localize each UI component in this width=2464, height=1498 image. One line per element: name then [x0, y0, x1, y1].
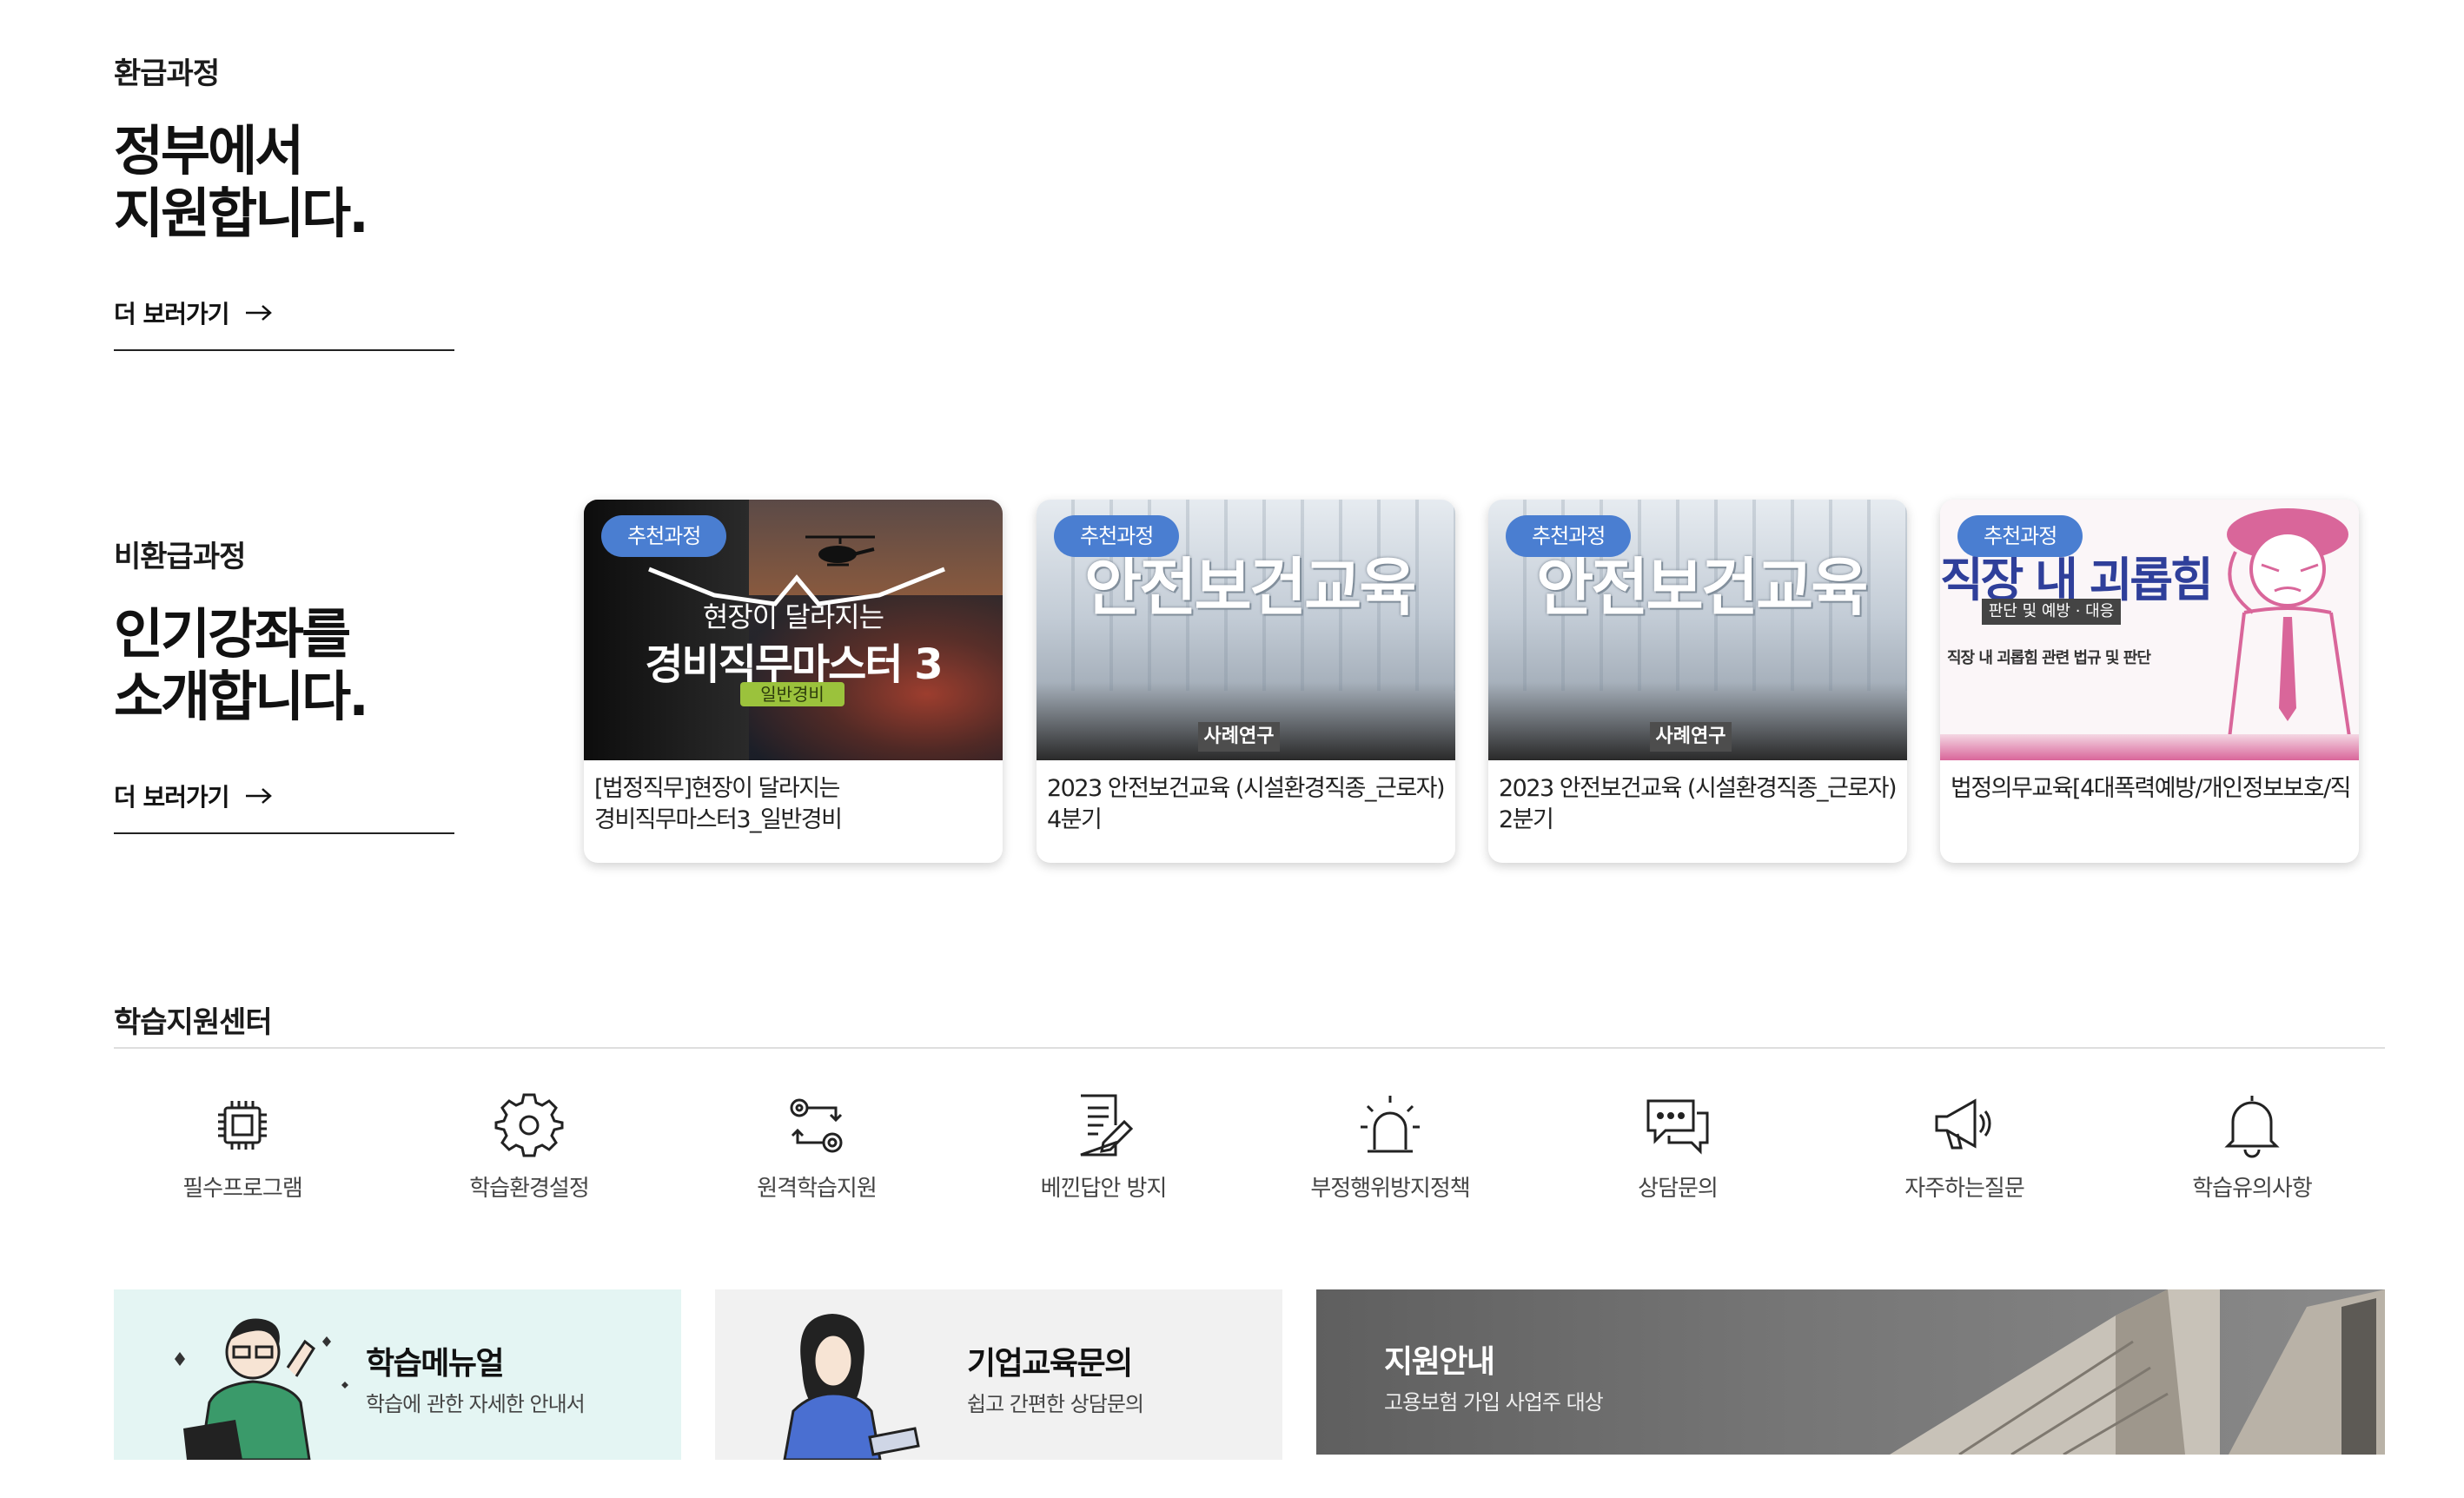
course-title-3: 2023 안전보건교육 (시설환경직종_근로자) 2분기	[1499, 775, 1898, 833]
nonrefund-more-link[interactable]: 더 보러가기	[114, 779, 454, 834]
chat-icon	[1646, 1099, 1709, 1155]
document-pen-icon	[1080, 1094, 1134, 1157]
banner-manual-subtitle: 학습에 관한 자세한 안내서	[366, 1392, 586, 1416]
arrow-right-icon	[245, 788, 272, 804]
support-item-label: 자주하는질문	[1904, 1176, 2025, 1202]
course-title-1: [법정직무]현장이 달라지는 경비직무마스터3_일반경비	[594, 775, 843, 833]
recommend-badge: 추천과정	[1957, 515, 2083, 557]
support-item-copy-prevention[interactable]: 베낀답안 방지	[1017, 1090, 1190, 1203]
refund-headline-line2: 지원합니다.	[114, 182, 369, 245]
support-item-label: 베낀답안 방지	[1040, 1176, 1168, 1202]
banner-manual-title: 학습메뉴얼	[366, 1346, 505, 1382]
banner-support-subtitle: 고용보험 가입 사업주 대상	[1384, 1390, 1604, 1415]
nonrefund-headline-line2: 소개합니다.	[114, 665, 369, 728]
course-title-2: 2023 안전보건교육 (시설환경직종_근로자) 4분기	[1047, 775, 1446, 833]
support-item-required-program[interactable]: 필수프로그램	[156, 1090, 329, 1203]
remote-icon	[790, 1098, 843, 1153]
recommend-badge: 추천과정	[601, 515, 727, 557]
refund-headline-line1: 정부에서	[114, 119, 304, 182]
banner-corporate-subtitle: 쉽고 간편한 상담문의	[967, 1392, 1144, 1416]
support-divider	[114, 1047, 2385, 1049]
support-center-title: 학습지원센터	[114, 1005, 273, 1040]
alarm-icon	[1361, 1096, 1420, 1153]
course-card-1[interactable]: 현장이 달라지는 경비직무마스터 3 일반경비 추천과정 [법정직무]현장이 달…	[584, 500, 1003, 863]
megaphone-icon	[1935, 1098, 1991, 1150]
nonrefund-eyebrow: 비환급과정	[114, 540, 246, 574]
refund-more-underline	[114, 349, 454, 351]
course-card-4[interactable]: 직장 내 괴롭힘 판단 및 예방 · 대응 직장 내 괴롭힘 관련 법규 및 판…	[1940, 500, 2359, 863]
nonrefund-headline: 인기강좌를 소개합니다.	[114, 602, 369, 728]
reading-man-illustration	[175, 1318, 348, 1460]
thumb-line2: 직장 내 괴롭힘 관련 법규 및 판단	[1947, 649, 2151, 667]
banner-support-info[interactable]: 지원안내 고용보험 가입 사업주 대상	[1316, 1289, 2385, 1455]
support-item-anti-cheating[interactable]: 부정행위방지정책	[1303, 1090, 1477, 1203]
course-card-2[interactable]: 안전보건교육 사례연구 추천과정 2023 안전보건교육 (시설환경직종_근로자…	[1037, 500, 1455, 863]
support-item-label: 상담문의	[1638, 1176, 1719, 1202]
banner-support-title: 지원안내	[1384, 1344, 1495, 1380]
thumb-tag: 일반경비	[740, 682, 845, 706]
refund-headline: 정부에서 지원합니다.	[114, 119, 369, 245]
banner-learning-manual[interactable]: 학습메뉴얼 학습에 관한 자세한 안내서	[114, 1289, 681, 1460]
support-item-label: 부정행위방지정책	[1310, 1176, 1470, 1202]
banner-corporate-inquiry[interactable]: 기업교육문의 쉽고 간편한 상담문의	[715, 1289, 1282, 1460]
thumb-tag: 사례연구	[1650, 722, 1732, 752]
support-item-label: 필수프로그램	[182, 1176, 303, 1202]
refund-eyebrow: 환급과정	[114, 56, 220, 91]
support-item-faq[interactable]: 자주하는질문	[1878, 1090, 2051, 1203]
support-item-label: 학습환경설정	[469, 1176, 590, 1202]
course-card-3[interactable]: 안전보건교육 사례연구 추천과정 2023 안전보건교육 (시설환경직종_근로자…	[1488, 500, 1907, 863]
refund-more-link[interactable]: 더 보러가기	[114, 295, 454, 351]
support-item-precautions[interactable]: 학습유의사항	[2165, 1090, 2339, 1203]
support-item-environment-settings[interactable]: 학습환경설정	[442, 1090, 616, 1203]
thumb-tag: 사례연구	[1198, 722, 1280, 752]
banner-corporate-title: 기업교육문의	[967, 1346, 1133, 1382]
support-item-consultation[interactable]: 상담문의	[1591, 1090, 1765, 1203]
bell-icon	[2224, 1096, 2280, 1158]
nonrefund-more-underline	[114, 832, 454, 834]
thumb-tag: 판단 및 예방 · 대응	[1982, 599, 2121, 625]
arrow-right-icon	[245, 305, 272, 321]
recommend-badge: 추천과정	[1506, 515, 1632, 557]
nonrefund-headline-line1: 인기강좌를	[114, 602, 351, 666]
consultant-woman-illustration	[783, 1314, 920, 1460]
support-item-label: 원격학습지원	[757, 1176, 878, 1202]
chip-icon	[218, 1101, 267, 1150]
recommend-badge: 추천과정	[1054, 515, 1180, 557]
building-photo	[1890, 1289, 2385, 1455]
gear-icon	[494, 1093, 564, 1157]
course-title-4: 법정의무교육[4대폭력예방/개인정보보호/직장	[1951, 775, 2350, 802]
support-item-remote-support[interactable]: 원격학습지원	[730, 1090, 904, 1203]
nonrefund-more-label: 더 보러가기	[114, 783, 230, 812]
stressed-worker-illustration	[2225, 508, 2355, 760]
refund-more-label: 더 보러가기	[114, 300, 230, 328]
support-item-label: 학습유의사항	[2192, 1176, 2313, 1202]
